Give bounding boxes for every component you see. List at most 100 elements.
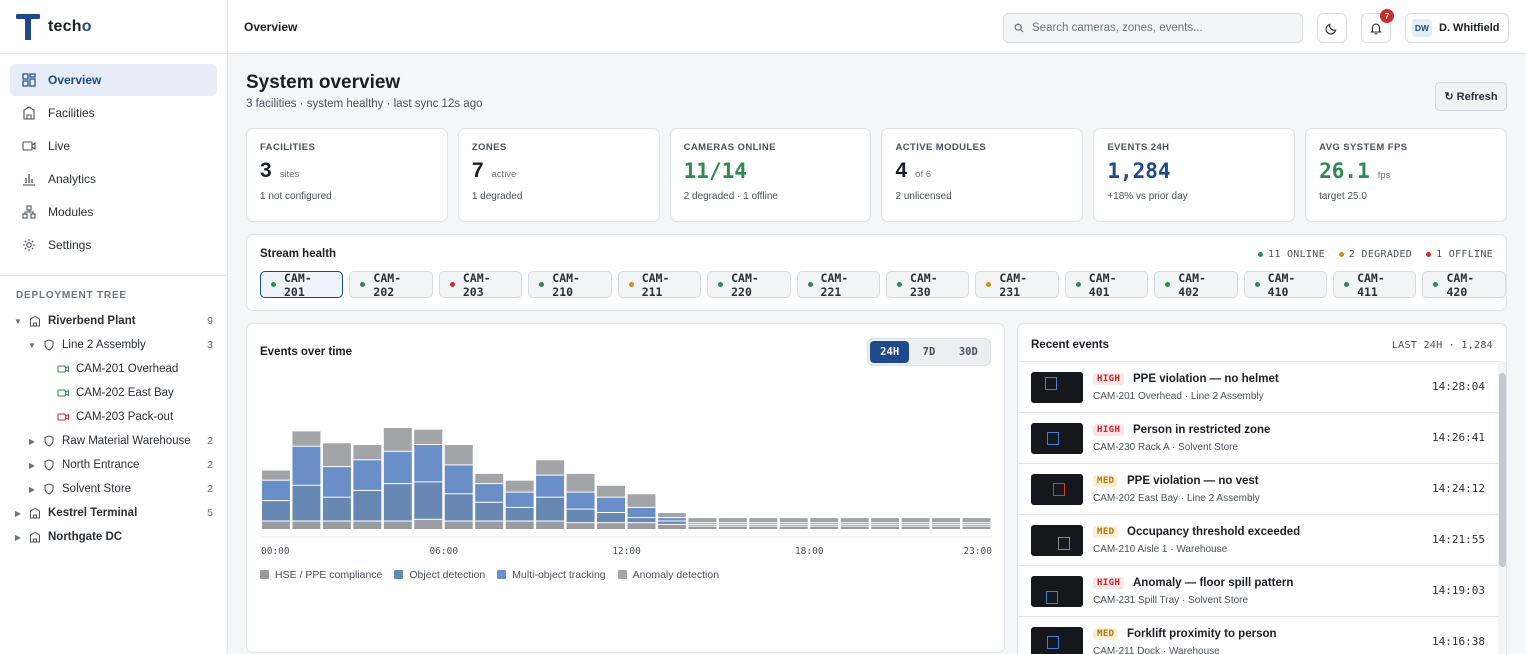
- event-row[interactable]: MED Occupancy threshold exceeded CAM-210 A…: [1018, 515, 1498, 566]
- chevron-right-icon[interactable]: ▶: [26, 437, 38, 446]
- tree-node-camera[interactable]: CAM-202 East Bay: [0, 381, 227, 405]
- chart-bar-segment[interactable]: [414, 445, 443, 482]
- chart-bar-segment[interactable]: [505, 492, 534, 507]
- chart-bar-segment[interactable]: [566, 473, 595, 492]
- kpi-card[interactable]: AVG SYSTEM FPS 26.1 fps target 25.0: [1305, 128, 1507, 222]
- chart-bar-segment[interactable]: [322, 467, 351, 497]
- nav-item-live[interactable]: Live: [10, 130, 217, 162]
- chart-bar-segment[interactable]: [627, 494, 656, 507]
- chart-bar-segment[interactable]: [962, 526, 991, 529]
- kpi-card[interactable]: ZONES 7 active 1 degraded: [457, 128, 660, 222]
- nav-item-analytics[interactable]: Analytics: [10, 163, 217, 195]
- camera-chip[interactable]: CAM-202: [349, 271, 433, 299]
- chart-bar-segment[interactable]: [505, 507, 534, 521]
- chart-bar-segment[interactable]: [444, 465, 473, 494]
- chart-bar-segment[interactable]: [536, 497, 565, 521]
- brand[interactable]: techo: [0, 0, 227, 54]
- user-menu-button[interactable]: DW D. Whitfield: [1405, 13, 1509, 43]
- chart-bar-segment[interactable]: [749, 524, 778, 526]
- chevron-right-icon[interactable]: ▶: [26, 485, 38, 494]
- tree-node-zone[interactable]: ▼ Line 2 Assembly 3: [0, 333, 227, 357]
- chart-bar-segment[interactable]: [962, 523, 991, 524]
- chart-bar-segment[interactable]: [657, 524, 686, 529]
- chart-bar-segment[interactable]: [962, 524, 991, 526]
- camera-chip[interactable]: CAM-402: [1154, 271, 1238, 299]
- camera-chip[interactable]: CAM-211: [617, 271, 702, 299]
- nav-item-overview[interactable]: Overview: [10, 64, 217, 96]
- events-scrollbar-thumb[interactable]: [1499, 373, 1506, 567]
- camera-chip[interactable]: CAM-231: [975, 271, 1059, 299]
- event-thumbnail[interactable]: [1031, 576, 1083, 607]
- kpi-card[interactable]: ACTIVE MODULES 4 of 6 2 unlicensed: [881, 128, 1084, 222]
- chart-bar-segment[interactable]: [262, 501, 290, 521]
- event-row[interactable]: HIGH Person in restricted zone CAM-230 Rac…: [1018, 413, 1498, 464]
- chart-bar-segment[interactable]: [657, 513, 686, 518]
- chart-bar-segment[interactable]: [597, 513, 625, 523]
- event-thumbnail[interactable]: [1031, 525, 1083, 556]
- chart-bar-segment[interactable]: [962, 518, 991, 523]
- chart-bar-segment[interactable]: [597, 485, 625, 497]
- chart-bar-segment[interactable]: [901, 523, 930, 524]
- chart-bar-segment[interactable]: [414, 429, 443, 444]
- nav-item-modules[interactable]: Modules: [10, 196, 217, 228]
- tree-node-zone[interactable]: ▶ Solvent Store 2: [0, 477, 227, 501]
- chart-bar-segment[interactable]: [840, 518, 869, 523]
- chart-bar-segment[interactable]: [383, 428, 412, 451]
- chart-bar-segment[interactable]: [597, 497, 625, 512]
- chart-bar-segment[interactable]: [779, 518, 808, 523]
- camera-chip[interactable]: CAM-203: [438, 271, 523, 299]
- chart-bar-segment[interactable]: [414, 519, 443, 529]
- chart-bar-segment[interactable]: [779, 523, 808, 524]
- event-row[interactable]: MED PPE violation — no vest CAM-202 East B…: [1018, 464, 1498, 515]
- chart-bar-segment[interactable]: [810, 523, 839, 524]
- event-row[interactable]: HIGH Anomaly — floor spill pattern CAM-231…: [1018, 566, 1498, 617]
- chart-bar-segment[interactable]: [292, 521, 321, 530]
- chevron-right-icon[interactable]: ▶: [26, 461, 38, 470]
- event-thumbnail[interactable]: [1031, 372, 1083, 403]
- chart-bar-segment[interactable]: [718, 526, 747, 529]
- chart-bar-segment[interactable]: [292, 431, 321, 446]
- kpi-card[interactable]: CAMERAS ONLINE 11/14 2 degraded · 1 offlin…: [669, 128, 872, 222]
- chart-bar-segment[interactable]: [779, 524, 808, 526]
- camera-chip[interactable]: CAM-420: [1422, 271, 1506, 299]
- chart-bar-segment[interactable]: [505, 480, 534, 492]
- tree-node-zone[interactable]: ▶ Raw Material Warehouse 2: [0, 429, 227, 453]
- chart-bar-segment[interactable]: [322, 443, 351, 467]
- chart-bar-segment[interactable]: [932, 526, 961, 529]
- chart-bar-segment[interactable]: [536, 521, 565, 530]
- chart-bar-segment[interactable]: [932, 524, 961, 526]
- nav-item-settings[interactable]: Settings: [10, 229, 217, 261]
- chart-bar-segment[interactable]: [901, 518, 930, 523]
- chart-bar-segment[interactable]: [262, 470, 290, 480]
- search-box[interactable]: [1003, 13, 1303, 43]
- chart-bar-segment[interactable]: [718, 518, 747, 523]
- chart-bar-segment[interactable]: [810, 518, 839, 523]
- chart-legend-item[interactable]: Anomaly detection: [617, 569, 719, 581]
- chart-bar-segment[interactable]: [353, 490, 382, 521]
- chevron-right-icon[interactable]: ▶: [12, 533, 24, 542]
- chart-bar-segment[interactable]: [627, 518, 656, 523]
- chevron-right-icon[interactable]: ▶: [12, 509, 24, 518]
- chart-bar-segment[interactable]: [627, 523, 656, 529]
- chart-bar-segment[interactable]: [901, 524, 930, 526]
- search-input[interactable]: [1032, 22, 1282, 34]
- chart-bar-segment[interactable]: [718, 524, 747, 526]
- chart-bar-segment[interactable]: [688, 526, 717, 529]
- kpi-card[interactable]: FACILITIES 3 sites 1 not configured: [246, 128, 448, 222]
- chart-bar-segment[interactable]: [627, 507, 656, 518]
- chart-bar-segment[interactable]: [840, 524, 869, 526]
- chart-bar-segment[interactable]: [810, 524, 839, 526]
- chart-legend-item[interactable]: Multi-object tracking: [497, 569, 606, 581]
- tree-node-facility[interactable]: ▶ Northgate DC: [0, 525, 227, 549]
- camera-chip[interactable]: CAM-401: [1064, 271, 1149, 299]
- chart-bar-segment[interactable]: [688, 524, 717, 526]
- chart-bar-segment[interactable]: [414, 482, 443, 519]
- chart-bar-segment[interactable]: [779, 526, 808, 529]
- chart-bar-segment[interactable]: [353, 460, 382, 490]
- chart-bar-segment[interactable]: [932, 518, 961, 523]
- chart-bar-segment[interactable]: [475, 473, 504, 484]
- chart-bar-segment[interactable]: [383, 484, 412, 521]
- chart-bar-segment[interactable]: [871, 518, 900, 523]
- chart-bar-segment[interactable]: [505, 521, 534, 530]
- chart-bar-segment[interactable]: [566, 523, 595, 529]
